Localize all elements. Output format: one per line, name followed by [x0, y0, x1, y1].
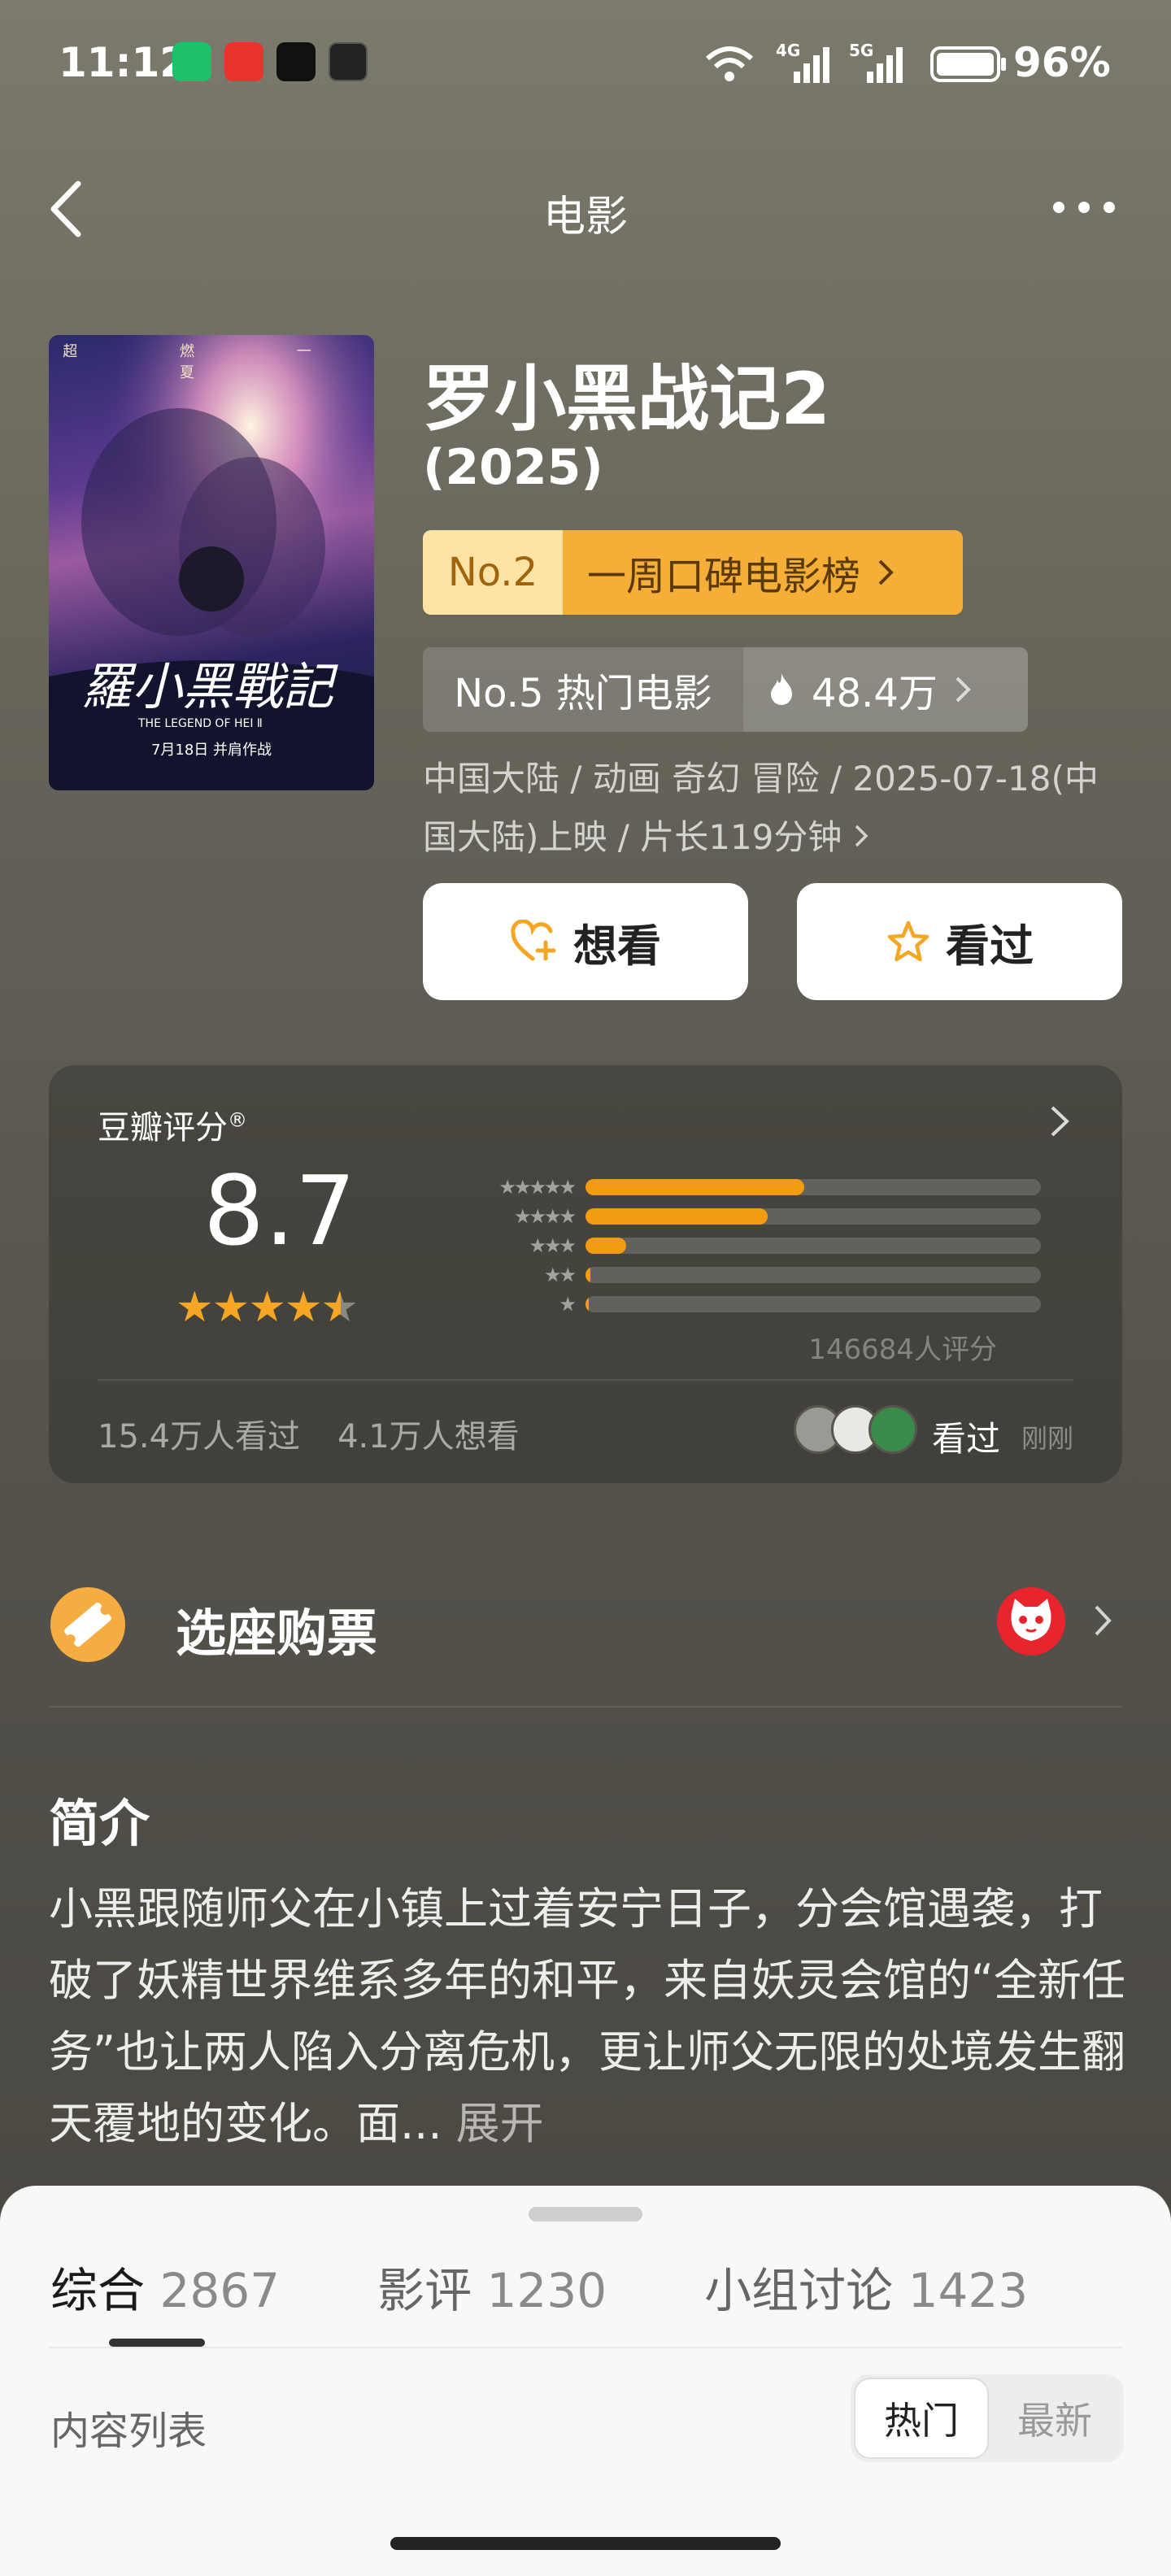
ticket-icon	[50, 1587, 125, 1662]
rating-label-text: 豆瓣评分	[98, 1109, 228, 1147]
watched-button[interactable]: 看过	[797, 883, 1122, 1000]
status-time: 11:12	[59, 39, 189, 86]
page-title: 电影	[542, 193, 628, 242]
star-icon: ★	[284, 1283, 323, 1332]
sort-hot-button[interactable]: 热门	[854, 2378, 989, 2459]
tab-group-discussion[interactable]: 小组讨论 1423	[704, 2252, 1028, 2321]
star-outline-icon	[887, 920, 929, 962]
chevron-right-icon	[956, 677, 971, 703]
tab-overall[interactable]: 综合 2867	[50, 2252, 280, 2321]
flame-icon	[771, 673, 792, 705]
hot-rank-label: No.5 热门电影	[423, 647, 743, 732]
tab-reviews[interactable]: 影评 1230	[377, 2252, 607, 2321]
chevron-right-icon[interactable]	[1046, 1101, 1073, 1142]
watched-count: 15.4万人看过	[98, 1418, 301, 1456]
movie-poster[interactable]: 超 燃 一 夏 羅小黑戰記 THE LEGEND OF HEI Ⅱ 7月18日 …	[49, 335, 374, 790]
star-icon: ★	[320, 1283, 359, 1332]
want-to-watch-label: 想看	[573, 920, 661, 972]
chevron-right-icon	[855, 825, 868, 847]
maoyan-cat-icon	[997, 1587, 1065, 1656]
poster-date: 7月18日 并肩作战	[150, 742, 272, 759]
signal-4g-icon	[794, 47, 829, 83]
tab-count: 1423	[908, 2263, 1029, 2318]
tab-label: 综合	[50, 2263, 146, 2318]
sort-newest-button[interactable]: 最新	[989, 2378, 1121, 2459]
battery-percent: 96%	[1013, 39, 1111, 86]
douban-rating-card[interactable]: 豆瓣评分® 8.7 ★★★★★ ★★★★★ ★★★★ ★★★ ★★ ★ 1466…	[49, 1065, 1122, 1483]
movie-title: 罗小黑战记2	[423, 357, 831, 441]
weekly-rank-number: No.2	[423, 530, 563, 615]
want-count: 4.1万人想看	[337, 1418, 520, 1456]
four-star-label: ★★★★	[513, 1205, 577, 1228]
rating-bar-2	[586, 1267, 590, 1283]
chevron-right-icon	[878, 559, 894, 585]
sort-toggle: 热门 最新	[851, 2374, 1124, 2462]
rating-score: 8.7	[203, 1155, 356, 1267]
heart-plus-icon	[511, 920, 556, 961]
movie-meta: 中国大陆 / 动画 奇幻 冒险 / 2025-07-18(中国大陆)上映 / 片…	[423, 759, 1099, 857]
one-star-label: ★	[559, 1293, 577, 1316]
rating-bar-3	[586, 1238, 627, 1254]
friend-avatars[interactable]	[794, 1405, 917, 1454]
poster-calligraphy: 羅小黑戰記	[81, 657, 334, 716]
star-icon: ★	[211, 1283, 250, 1332]
poster-tagline: 超 燃 一 夏	[63, 343, 360, 381]
comments-sheet: 综合 2867 影评 1230 小组讨论 1423 内容列表 热门 最新	[0, 2186, 1171, 2576]
want-to-watch-button[interactable]: 想看	[423, 883, 748, 1000]
weekly-rank-badge[interactable]: No.2 一周口碑电影榜	[423, 530, 963, 615]
star-icons: ★★★★★	[176, 1283, 359, 1332]
friends-watched-time: 刚刚	[1021, 1423, 1073, 1454]
weekly-rank-label: 一周口碑电影榜	[587, 554, 861, 599]
taobao-app-icon	[224, 42, 263, 81]
intro-heading: 简介	[49, 1794, 150, 1853]
chevron-right-icon	[1095, 1605, 1112, 1636]
tab-label: 小组讨论	[704, 2263, 894, 2318]
signal-5g-icon	[867, 47, 903, 83]
hot-rank-badge[interactable]: No.5 热门电影 48.4万	[423, 647, 1028, 732]
movie-year: (2025)	[423, 439, 603, 496]
poster-english-title: THE LEGEND OF HEI Ⅱ	[138, 717, 263, 730]
home-indicator	[390, 2537, 781, 2550]
wechat-app-icon	[172, 42, 211, 81]
rating-stars: ★★★★★	[176, 1283, 359, 1332]
movie-meta-link[interactable]: 中国大陆 / 动画 奇幻 冒险 / 2025-07-18(中国大陆)上映 / 片…	[423, 750, 1106, 867]
rating-label: 豆瓣评分®	[98, 1101, 247, 1148]
divider	[98, 1379, 1073, 1381]
sheet-drag-handle[interactable]	[529, 2207, 642, 2221]
expand-link[interactable]: 展开	[456, 2098, 544, 2149]
rating-bar-1	[586, 1296, 590, 1312]
divider	[49, 1706, 1122, 1708]
buy-ticket-label: 选座购票	[176, 1603, 378, 1663]
star-icon: ★	[176, 1283, 214, 1332]
divider	[49, 2347, 1122, 2348]
five-star-label: ★★★★★	[498, 1176, 577, 1199]
tab-count: 1230	[486, 2263, 607, 2318]
rating-bar-4	[586, 1208, 768, 1225]
active-tab-indicator	[109, 2339, 205, 2347]
watched-label: 看过	[946, 920, 1034, 972]
rating-count: 146684人评分	[808, 1334, 997, 1366]
avatar	[868, 1405, 917, 1454]
star-icon: ★	[248, 1283, 286, 1332]
battery-icon	[930, 46, 1006, 82]
sheet-tabs: 综合 2867 影评 1230 小组讨论 1423	[50, 2252, 1028, 2321]
content-list-label: 内容列表	[50, 2408, 207, 2454]
friends-watched-label: 看过	[931, 1419, 1000, 1459]
three-star-label: ★★★	[529, 1234, 577, 1257]
tiktok-app-icon	[276, 42, 316, 81]
wifi-icon	[706, 46, 753, 81]
registered-mark: ®	[228, 1108, 247, 1132]
two-star-label: ★★	[543, 1264, 577, 1286]
intro-text: 小黑跟随师父在小镇上过着安宁日子，分会馆遇袭，打破了妖精世界维系多年的和平，来自…	[49, 1883, 1125, 2149]
mi-app-icon	[329, 42, 368, 81]
tab-count: 2867	[159, 2263, 281, 2318]
heat-count: 48.4万	[812, 671, 938, 716]
rating-distribution: ★★★★★ ★★★★ ★★★ ★★ ★	[407, 1173, 1041, 1319]
tab-label: 影评	[377, 2263, 472, 2318]
intro-text-block: 小黑跟随师父在小镇上过着安宁日子，分会馆遇袭，打破了妖精世界维系多年的和平，来自…	[49, 1873, 1130, 2160]
rating-bar-5	[586, 1179, 804, 1195]
more-options-icon[interactable]	[1039, 189, 1129, 226]
